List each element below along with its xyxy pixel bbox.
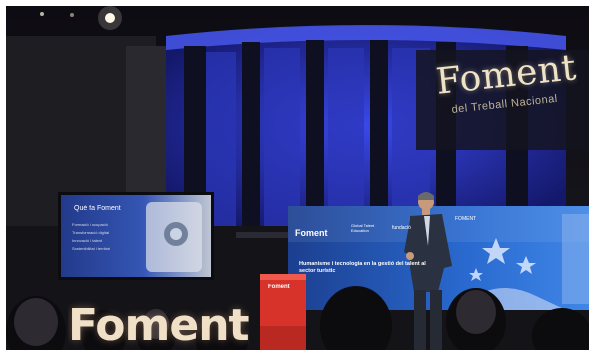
right-screen-corner-logo: FOMENT [455, 216, 477, 222]
left-screen-bullet: Innovació i talent [72, 238, 103, 243]
right-screen-foundation-logo: fundació [392, 225, 411, 231]
right-screen-headline: Humanisme i tecnologia en la gestió del … [299, 261, 426, 274]
left-screen-bullet: Formació i ocupació [72, 222, 108, 227]
right-screen-partner-logo: Global Talent Education [351, 223, 375, 233]
stage-letters-sign: Foment [68, 300, 249, 350]
left-screen-bullet: Sostenibilitat i territori [72, 246, 111, 251]
event-photo: Foment del Treball Nacional Què fa Fomen… [6, 6, 589, 350]
podium-logo: Foment [268, 284, 290, 290]
right-screen-logo: Foment [295, 228, 328, 238]
left-screen-bullet: Transformació digital [72, 230, 109, 235]
left-screen-title: Què fa Foment [74, 205, 121, 212]
